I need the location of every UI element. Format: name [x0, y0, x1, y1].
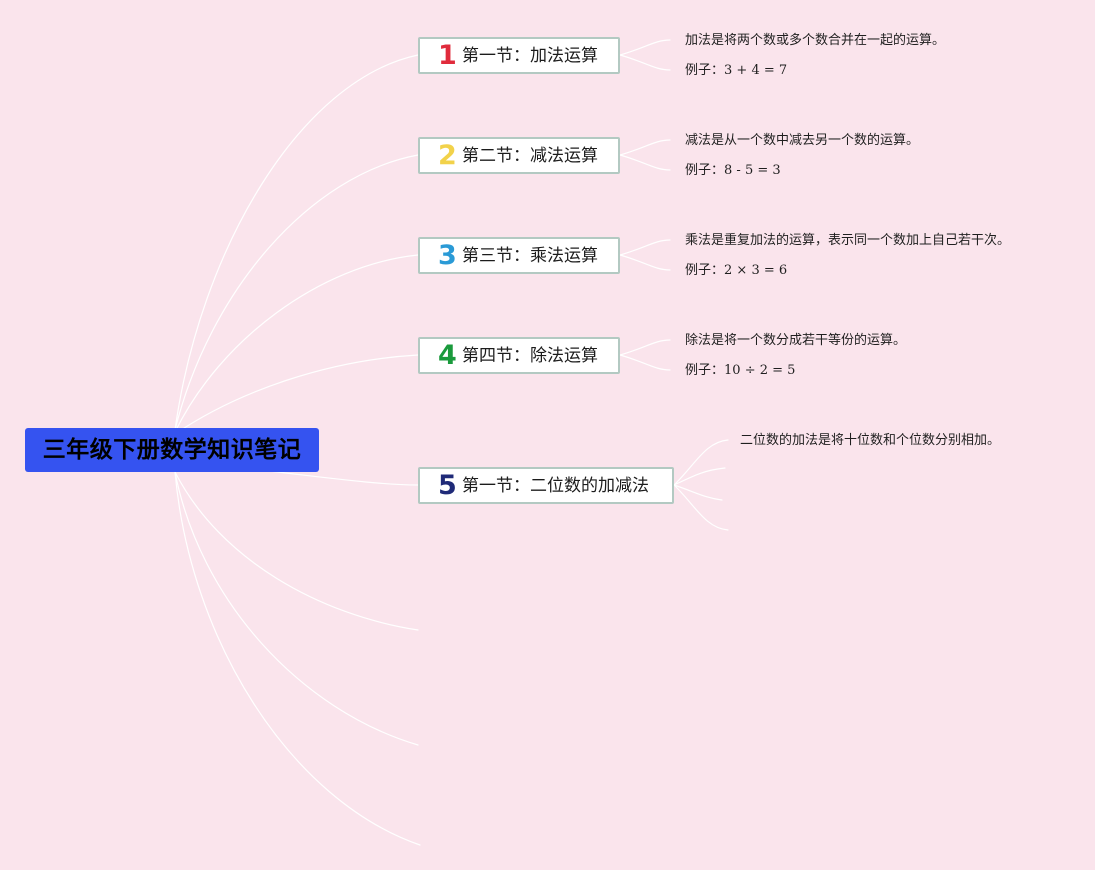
- connector-s2-example: [619, 154, 671, 171]
- section-4-label: 第四节：除法运算: [462, 345, 598, 366]
- connector-s3-definition: [619, 239, 671, 256]
- number-badge-3: 3: [438, 239, 457, 271]
- number-badge-5: 5: [438, 469, 457, 501]
- connector-root-section-5: [259, 469, 419, 486]
- connector-s2-definition: [619, 139, 671, 156]
- section-2-example[interactable]: 例子：8 - 5 = 3: [685, 163, 781, 179]
- connector-s1-example: [619, 54, 671, 71]
- section-3-label: 第三节：乘法运算: [462, 245, 598, 266]
- section-1-definition[interactable]: 加法是将两个数或多个数合并在一起的运算。: [685, 33, 945, 49]
- section-4-example-prefix: 例子：: [685, 363, 725, 378]
- section-4-example[interactable]: 例子：10 ÷ 2 = 5: [685, 363, 795, 379]
- section-5-label: 第一节：二位数的加减法: [462, 475, 649, 496]
- section-3-example[interactable]: 例子：2 × 3 = 6: [685, 263, 787, 279]
- section-3-example-prefix: 例子：: [685, 263, 725, 278]
- connector-root-section-4: [174, 354, 419, 435]
- section-3-example-expression: 2 × 3 = 6: [724, 263, 788, 278]
- section-2-example-prefix: 例子：: [685, 163, 725, 178]
- section-1-label: 第一节：加法运算: [462, 45, 598, 66]
- section-2-node[interactable]: 2 第二节：减法运算: [418, 137, 620, 174]
- connector-s3-example: [619, 254, 671, 271]
- connector-root-empty-7: [174, 471, 419, 746]
- section-2-label: 第二节：减法运算: [462, 145, 598, 166]
- section-4-node[interactable]: 4 第四节：除法运算: [418, 337, 620, 374]
- section-5-node[interactable]: 5 第一节：二位数的加减法: [418, 467, 674, 504]
- section-2-definition[interactable]: 减法是从一个数中减去另一个数的运算。: [685, 133, 919, 149]
- connector-s1-definition: [619, 39, 671, 56]
- number-badge-1: 1: [438, 39, 457, 71]
- connector-s5-definition: [673, 439, 729, 486]
- section-5-definition[interactable]: 二位数的加法是将十位数和个位数分别相加。: [740, 433, 1000, 449]
- section-3-definition[interactable]: 乘法是重复加法的运算，表示同一个数加上自己若干次。: [685, 233, 1010, 249]
- connector-root-empty-6: [174, 471, 419, 631]
- section-1-example-expression: 3 + 4 = 7: [724, 63, 788, 78]
- section-1-example[interactable]: 例子：3 + 4 = 7: [685, 63, 787, 79]
- section-3-node[interactable]: 3 第三节：乘法运算: [418, 237, 620, 274]
- section-1-example-prefix: 例子：: [685, 63, 725, 78]
- connector-s4-definition: [619, 339, 671, 356]
- connector-root-empty-8: [174, 471, 421, 846]
- connector-s4-example: [619, 354, 671, 371]
- section-1-node[interactable]: 1 第一节：加法运算: [418, 37, 620, 74]
- number-badge-4: 4: [438, 339, 457, 371]
- section-4-example-expression: 10 ÷ 2 = 5: [724, 363, 796, 378]
- number-badge-2: 2: [438, 139, 457, 171]
- connector-root-section-2: [174, 154, 419, 431]
- section-4-definition[interactable]: 除法是将一个数分成若干等份的运算。: [685, 333, 906, 349]
- connector-root-section-3: [174, 254, 419, 433]
- root-topic[interactable]: 三年级下册数学知识笔记: [25, 428, 319, 472]
- connector-s5-leaf-4: [673, 484, 729, 531]
- section-2-example-expression: 8 - 5 = 3: [724, 163, 781, 178]
- connector-root-section-1: [174, 54, 419, 431]
